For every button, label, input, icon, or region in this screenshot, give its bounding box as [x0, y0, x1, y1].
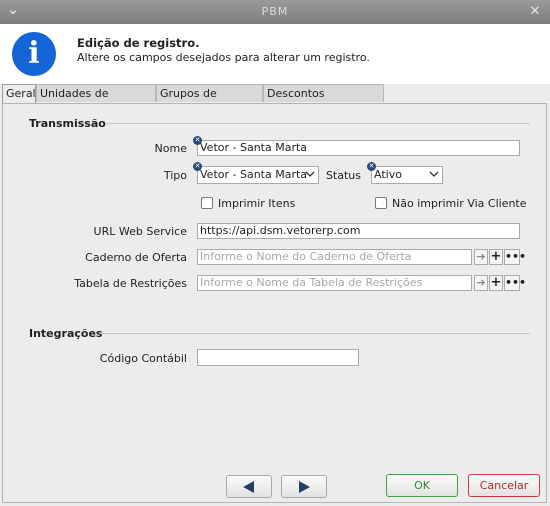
tab-unidades-de-negocio[interactable]: Unidades de Negócio: [36, 84, 156, 118]
window-title: PBM: [261, 5, 289, 18]
caderno-go-arrow-icon[interactable]: ➔: [474, 249, 488, 265]
nome-field[interactable]: Vetor - Santa Marta: [197, 140, 520, 156]
imprimir-itens-checkbox[interactable]: [201, 197, 213, 209]
window-titlebar: ⌄ PBM ✕: [0, 0, 550, 24]
imprimir-itens-label: Imprimir Itens: [218, 197, 296, 210]
caderno-de-oferta-field[interactable]: Informe o Nome do Caderno de Oferta: [197, 249, 472, 265]
arrow-right-icon: [299, 481, 310, 493]
caderno-de-oferta-label: Caderno de Oferta: [85, 251, 187, 264]
next-button[interactable]: [281, 475, 327, 498]
tab-grupos-de-produto[interactable]: Grupos de Produto: [156, 84, 263, 118]
caderno-more-icon[interactable]: •••: [504, 249, 526, 265]
section-divider: [100, 333, 530, 334]
tab-descontos-adicionais[interactable]: Descontos Adicionais: [263, 84, 384, 118]
tipo-select-value: Vetor - Santa Marta: [200, 168, 308, 181]
tabela-add-icon[interactable]: +: [489, 275, 503, 291]
arrow-left-icon: [243, 481, 254, 493]
url-web-service-label: URL Web Service: [93, 225, 187, 238]
dialog-header: i Edição de registro. Altere os campos d…: [0, 24, 550, 84]
tab-geral[interactable]: Geral: [2, 84, 36, 104]
section-title-transmissao: Transmissão: [29, 117, 106, 130]
section-divider: [105, 123, 530, 124]
caderno-add-icon[interactable]: +: [489, 249, 503, 265]
codigo-contabil-field[interactable]: [197, 349, 359, 366]
status-select-value: Ativo: [374, 168, 402, 181]
tabela-go-arrow-icon[interactable]: ➔: [474, 275, 488, 291]
tipo-select[interactable]: Vetor - Santa Marta: [197, 166, 319, 184]
url-web-service-field[interactable]: https://api.dsm.vetorerp.com: [197, 223, 520, 239]
cancel-button[interactable]: Cancelar: [468, 474, 540, 497]
chevron-down-icon: [429, 171, 439, 177]
tipo-label: Tipo: [163, 169, 187, 182]
nome-label: Nome: [154, 142, 187, 155]
required-icon: ✕: [193, 136, 202, 145]
section-title-integracoes: Integrações: [29, 327, 103, 340]
nao-imprimir-via-cliente-checkbox[interactable]: [375, 197, 387, 209]
codigo-contabil-label: Código Contábil: [99, 352, 187, 365]
tabela-de-restricoes-label: Tabela de Restrições: [74, 277, 187, 290]
ok-button[interactable]: OK: [386, 474, 458, 497]
dialog-subtitle: Altere os campos desejados para alterar …: [77, 51, 370, 64]
tabela-more-icon[interactable]: •••: [504, 275, 526, 291]
previous-button[interactable]: [226, 475, 272, 498]
close-icon[interactable]: ✕: [526, 3, 544, 21]
dialog-title: Edição de registro.: [77, 36, 200, 50]
info-icon: i: [12, 32, 56, 76]
required-icon: ✕: [193, 162, 202, 171]
nao-imprimir-via-cliente-label: Não imprimir Via Cliente: [392, 197, 527, 210]
required-icon: ✕: [367, 162, 376, 171]
tabela-de-restricoes-field[interactable]: Informe o Nome da Tabela de Restrições: [197, 275, 472, 291]
tab-panel-geral: [2, 103, 547, 503]
chevron-down-icon: [305, 171, 315, 177]
status-select[interactable]: Ativo: [371, 166, 443, 184]
status-label: Status: [325, 169, 361, 182]
